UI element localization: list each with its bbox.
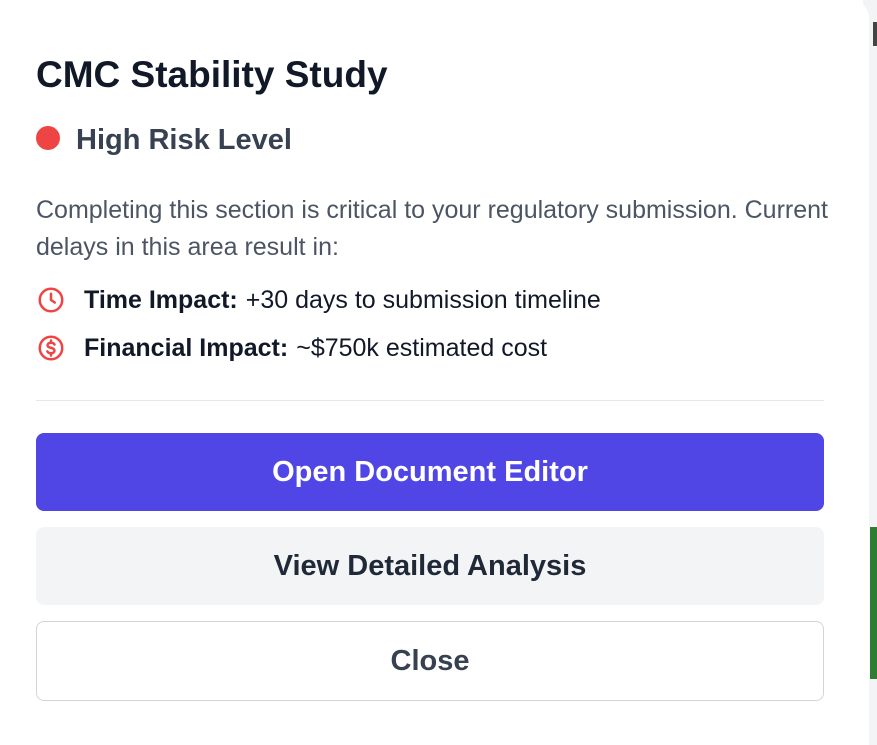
clock-icon bbox=[36, 285, 66, 315]
time-impact-row: Time Impact: +30 days to submission time… bbox=[36, 285, 601, 315]
financial-impact-row: Financial Impact: ~$750k estimated cost bbox=[36, 333, 547, 363]
close-button[interactable]: Close bbox=[36, 621, 824, 701]
open-document-editor-button[interactable]: Open Document Editor bbox=[36, 433, 824, 511]
financial-impact-value: ~$750k estimated cost bbox=[296, 333, 548, 362]
risk-level-indicator: High Risk Level bbox=[36, 124, 292, 157]
financial-impact-label: Financial Impact: bbox=[84, 333, 289, 362]
risk-detail-modal: CMC Stability Study High Risk Level Comp… bbox=[0, 0, 869, 745]
modal-title: CMC Stability Study bbox=[36, 54, 388, 95]
view-detailed-analysis-button[interactable]: View Detailed Analysis bbox=[36, 527, 824, 605]
time-impact-label: Time Impact: bbox=[84, 285, 238, 314]
risk-dot-icon bbox=[36, 125, 60, 150]
dollar-circle-icon bbox=[36, 333, 66, 363]
background-green-element bbox=[870, 527, 877, 679]
risk-level-label: High Risk Level bbox=[76, 124, 292, 156]
time-impact-value: +30 days to submission timeline bbox=[245, 285, 601, 314]
modal-description: Completing this section is critical to y… bbox=[36, 196, 828, 261]
background-page-fragment bbox=[873, 22, 877, 46]
section-divider bbox=[36, 400, 824, 401]
